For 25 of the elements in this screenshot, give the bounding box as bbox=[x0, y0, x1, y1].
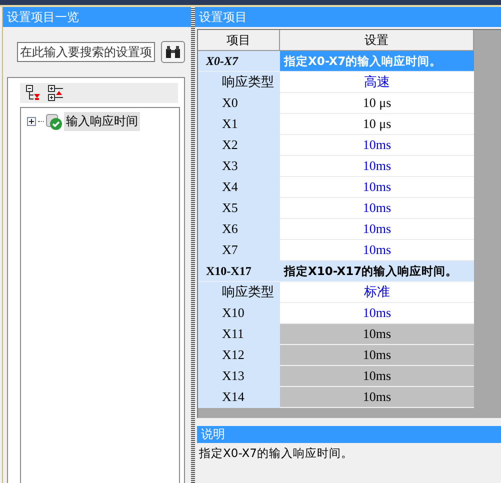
setting-value[interactable]: 10ms bbox=[280, 135, 474, 156]
setting-value[interactable]: 标准 bbox=[280, 282, 474, 303]
search-field[interactable]: 在此输入要搜索的设置项 bbox=[17, 42, 155, 62]
column-header: 设置 bbox=[280, 30, 474, 51]
expand-all-icon[interactable] bbox=[26, 85, 42, 101]
panel-title: 设置项目 bbox=[195, 7, 501, 27]
binoculars-icon bbox=[165, 45, 181, 59]
description-title: 说明 bbox=[197, 426, 501, 443]
setting-value[interactable]: 10ms bbox=[280, 156, 474, 177]
setting-value[interactable]: 10ms bbox=[280, 303, 474, 324]
search-button[interactable] bbox=[161, 41, 185, 63]
panel-title: 设置项目一览 bbox=[3, 7, 191, 27]
setting-value[interactable]: 10ms bbox=[280, 177, 474, 198]
group-description: 指定X0-X7的输入响应时间。 bbox=[280, 51, 474, 72]
expand-toggle[interactable] bbox=[27, 117, 36, 126]
setting-value[interactable]: 10 μs bbox=[280, 114, 474, 135]
setting-value[interactable]: 10 μs bbox=[280, 93, 474, 114]
setting-value[interactable]: 高速 bbox=[280, 72, 474, 93]
tree-item[interactable]: 输入响应时间 bbox=[64, 112, 140, 131]
column-header: 项目 bbox=[198, 30, 280, 51]
setting-value[interactable]: 10ms bbox=[280, 198, 474, 219]
setting-value[interactable]: 10ms bbox=[280, 240, 474, 261]
setting-value[interactable]: 10ms bbox=[280, 219, 474, 240]
check-icon bbox=[46, 114, 62, 130]
collapse-all-icon[interactable] bbox=[48, 85, 64, 101]
